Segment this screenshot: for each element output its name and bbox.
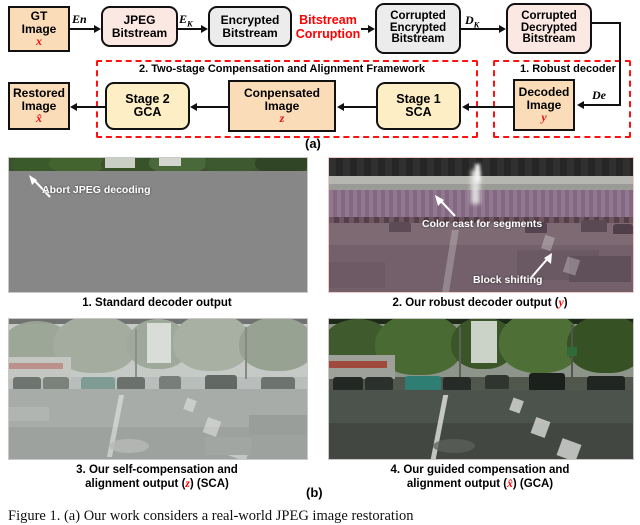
node-gt-image-line-0: GT [30,9,48,24]
arrow-cenc-to-cdec-head [499,24,506,33]
arrow-cdec-down-top [592,22,621,24]
frame-robust-decoder-title: 1. Robust decoder [518,63,618,75]
node-stage2-line-1: GCA [133,105,162,119]
node-jpeg-bitstream-line-0: JPEG [123,13,156,28]
node-corrupted-encrypted-line-0: Corrupted [390,9,446,22]
corruption-label-line-0: Bitstream [299,13,357,27]
panel-sca-output-caption: 3. Our self-compensation and alignment o… [8,463,306,491]
panel-gca-output-caption: 4. Our guided compensation and alignment… [328,463,632,491]
node-compensated-image: Conpensated Image z [228,80,336,132]
node-encrypted-bitstream-line-1: Bitstream [222,25,278,40]
edge-label-decode: De [592,88,606,102]
arrow-stage2-to-restored-head [70,102,77,111]
annotation-color-cast-for-segments: Color cast for segments [422,218,543,230]
panel-robust-decoder: Color cast for segments Block shifting [328,157,634,293]
arrow-enc-to-cenc-head [368,24,375,33]
panel-3-caption-line-0: 3. Our self-compensation and [76,464,238,476]
arrow-comp-to-stage2-line [196,106,228,108]
arrow-stage1-to-comp-line [343,106,376,108]
node-encrypted-bitstream-line-0: Encrypted [220,13,280,28]
panel-3-caption-line-1: alignment output ( [85,478,186,491]
edge-label-encrypt-key: EK [179,12,193,29]
node-restored-image: Restored Image x̂ [8,82,70,130]
panel-sca-output [8,318,308,460]
node-decoded-image-line-0: Decoded [518,85,570,100]
annotation-abort-jpeg-decoding: Abort JPEG decoding [42,184,151,196]
node-restored-image-symbol: x̂ [36,111,42,126]
node-corrupted-encrypted-bitstream: Corrupted Encrypted Bitstream [375,3,461,54]
panel-2-caption-line-0: 2. Our robust decoder output ( [392,297,559,309]
node-encrypted-bitstream: Encrypted Bitstream [208,6,292,47]
panel-gca-output-scene [329,319,633,459]
arrow-cdec-down-vert [619,22,621,105]
panel-4-caption-tail: ) (GCA) [512,478,554,491]
annotation-block-shifting: Block shifting [473,274,543,286]
panel-4-caption-line-0: 4. Our guided compensation and [390,464,570,476]
node-compensated-line-0: Conpensated [243,86,320,101]
node-corrupted-decrypted-line-0: Corrupted [521,9,577,22]
node-decoded-image-symbol: y [541,110,547,125]
edge-label-encode: En [72,12,87,26]
panel-4-caption-line-1: alignment output ( [406,478,508,491]
panel-gca-output [328,318,634,460]
frame-two-stage-title: 2. Two-stage Compensation and Alignment … [137,63,428,75]
arrow-decoded-to-stage1-head [462,102,469,111]
subfigure-label-a: (a) [305,136,321,151]
subfigure-label-b: (b) [306,485,323,500]
panel-2-caption-tail: ) [563,297,568,309]
node-stage1-sca: Stage 1 SCA [376,82,461,130]
arrow-comp-to-stage2-head [190,102,197,111]
node-gt-image-symbol: x [36,34,42,49]
node-gt-image: GT Image x [8,6,70,52]
panel-standard-decoder: Abort JPEG decoding [8,157,308,293]
node-corrupted-encrypted-line-2: Bitstream [391,33,445,46]
arrow-stage2-to-restored-line [76,106,105,108]
color-cast-annotation-arrow [435,195,456,217]
node-jpeg-bitstream: JPEG Bitstream [101,6,178,47]
node-stage2-gca: Stage 2 GCA [105,82,190,130]
panel-3-caption-tail: ) (SCA) [189,478,229,491]
arrow-gt-to-jpeg-head [94,24,101,33]
figure-caption: Figure 1. (a) Our work considers a real-… [8,508,414,524]
node-stage1-line-1: SCA [405,105,432,119]
arrow-stage1-to-comp-head [337,102,344,111]
corruption-label: Bitstream Corruption [292,13,364,41]
arrow-decoded-to-stage1-line [468,106,513,108]
corruption-label-line-1: Corruption [295,26,361,41]
arrow-de-to-decoded-line [583,104,621,106]
panel-standard-decoder-caption: 1. Standard decoder output [8,296,306,310]
arrow-gt-to-jpeg-line [70,28,94,30]
edge-label-decrypt-key: DK [465,13,480,30]
panel-robust-decoder-caption: 2. Our robust decoder output (y) [328,296,632,310]
node-corrupted-decrypted-bitstream: Corrupted Decrypted Bitstream [506,3,592,54]
node-corrupted-decrypted-line-2: Bitstream [522,33,576,46]
figure-root: 2. Two-stage Compensation and Alignment … [0,0,640,525]
node-jpeg-bitstream-line-1: Bitstream [111,25,168,40]
panel-sca-output-scene [9,319,307,459]
node-restored-image-line-0: Restored [12,86,65,101]
node-decoded-image: Decoded Image y [513,79,575,131]
arrow-jpeg-to-enc-head [201,24,208,33]
arrow-de-to-decoded-head [577,100,584,109]
node-compensated-symbol: z [279,111,285,126]
panel-1-caption-line-0: 1. Standard decoder output [82,297,232,309]
